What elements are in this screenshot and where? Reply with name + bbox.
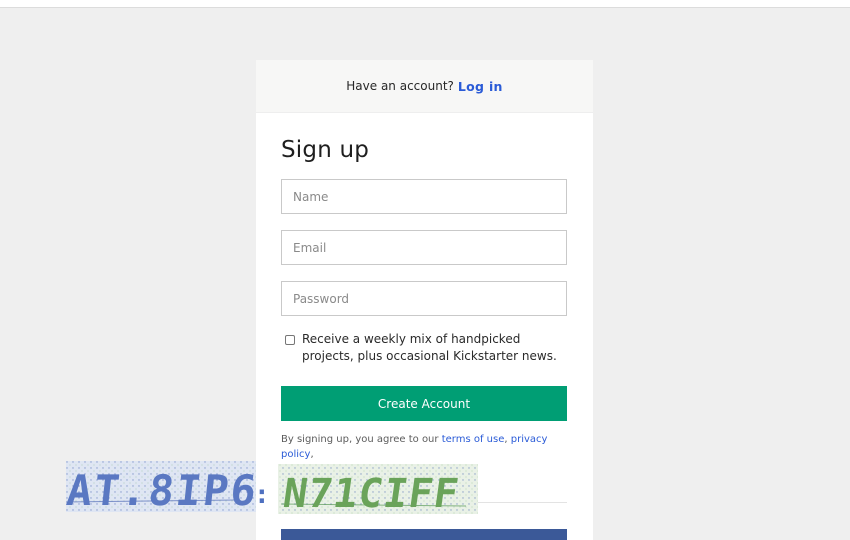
- captcha-left-noise: [66, 461, 256, 512]
- facebook-signup-button[interactable]: [281, 529, 567, 540]
- captcha-left-text: AT.8IP6: [66, 466, 260, 514]
- divider: [281, 502, 567, 503]
- login-link[interactable]: Log in: [458, 79, 503, 94]
- name-field[interactable]: [281, 179, 567, 214]
- page-title: Sign up: [281, 137, 370, 163]
- login-prompt: Have an account? Log in: [256, 60, 593, 113]
- legal-separator-2: ,: [310, 449, 314, 460]
- have-account-text: Have an account?: [346, 79, 454, 93]
- captcha-left-panel: [66, 461, 256, 512]
- top-bar: [0, 0, 850, 8]
- terms-of-use-link[interactable]: terms of use: [442, 434, 505, 445]
- legal-and: and: [281, 464, 300, 475]
- newsletter-option: Receive a weekly mix of handpicked proje…: [281, 331, 568, 365]
- email-field[interactable]: [281, 230, 567, 265]
- signup-card: Have an account? Log in Sign up Receive …: [256, 60, 593, 540]
- legal-separator: ,: [504, 434, 508, 445]
- password-field[interactable]: [281, 281, 567, 316]
- cookie-policy-link[interactable]: cookie policy: [303, 464, 368, 475]
- create-account-button[interactable]: Create Account: [281, 386, 567, 421]
- newsletter-label[interactable]: Receive a weekly mix of handpicked proje…: [302, 331, 564, 365]
- legal-notice: By signing up, you agree to our terms of…: [281, 432, 567, 477]
- signup-form: Sign up Receive a weekly mix of handpick…: [256, 135, 593, 540]
- newsletter-checkbox[interactable]: [285, 335, 295, 345]
- legal-prefix: By signing up, you agree to our: [281, 434, 439, 445]
